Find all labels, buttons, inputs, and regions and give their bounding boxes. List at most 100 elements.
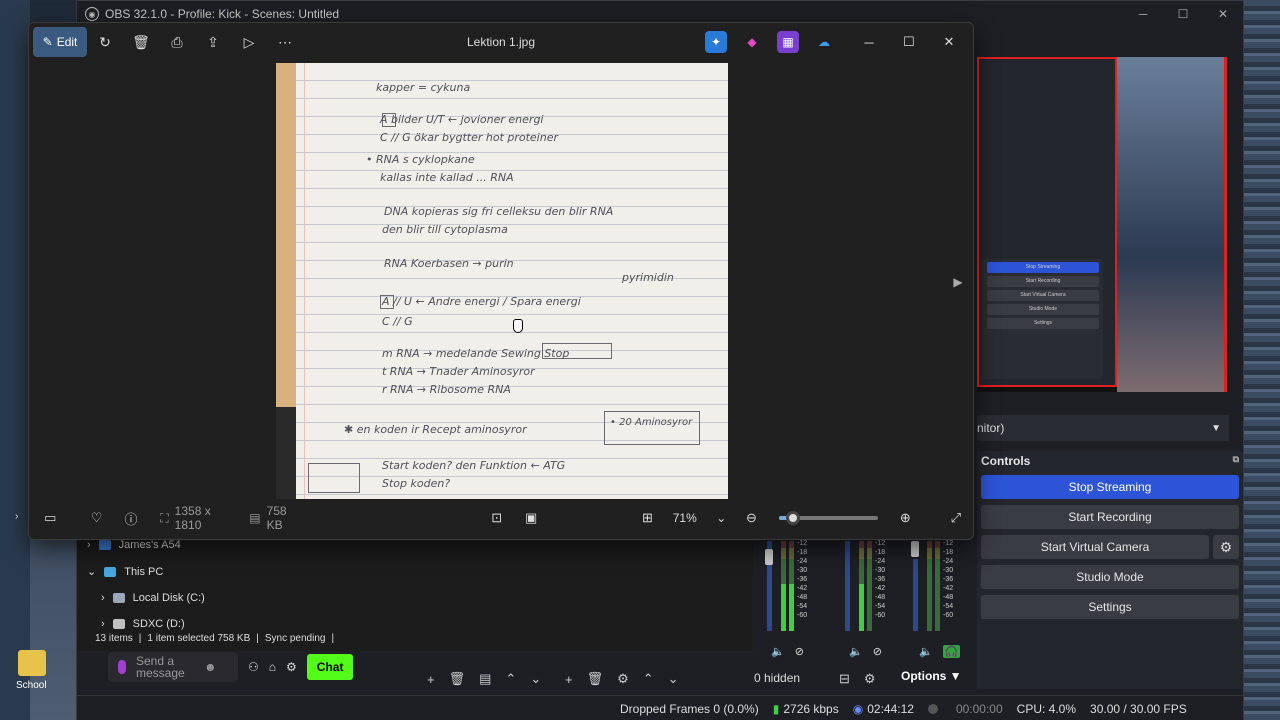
- zoom-out-icon[interactable]: ⊖: [734, 510, 768, 526]
- fullscreen-icon[interactable]: ⤢: [939, 510, 973, 526]
- minimize-icon[interactable]: ─: [1123, 1, 1163, 27]
- close-icon[interactable]: ✕: [1203, 1, 1243, 27]
- volume-fader[interactable]: [765, 549, 773, 565]
- delete-icon[interactable]: 🗑: [123, 27, 159, 57]
- speaker-icon[interactable]: 🔈: [919, 645, 933, 658]
- studio-mode-button[interactable]: Studio Mode: [981, 565, 1239, 589]
- controls-title-text: Controls: [981, 454, 1031, 468]
- edit-icon: ✎: [42, 35, 53, 49]
- photos-bottom-bar: › ▭ ♡ ⓘ ⛶ 1358 x 1810 ▤ 758 KB ⊡ ▣ ⊞ 71%…: [15, 497, 973, 539]
- tree-item-label: This PC: [124, 565, 164, 578]
- mute-icon[interactable]: ⊘: [795, 645, 804, 658]
- link-icon[interactable]: ⚇: [248, 660, 259, 674]
- volume-fader[interactable]: [911, 541, 919, 557]
- add-icon[interactable]: +: [427, 672, 435, 687]
- paint-icon[interactable]: ◆: [741, 31, 763, 53]
- close-icon[interactable]: ✕: [929, 27, 969, 57]
- preview-mini-controls: Stop Streaming Start Recording Start Vir…: [983, 259, 1103, 379]
- tree-item-sdxc[interactable]: › SDXC (D:): [101, 618, 185, 630]
- zoom-dropdown[interactable]: 71% ⌄: [665, 505, 735, 531]
- desktop-folder-label[interactable]: School: [16, 680, 47, 691]
- zoom-slider-handle[interactable]: [786, 511, 801, 525]
- speaker-icon[interactable]: 🔈: [849, 645, 863, 658]
- tree-item-phone[interactable]: › James's A54: [87, 539, 181, 551]
- print-icon[interactable]: ⎙: [159, 27, 195, 57]
- chevron-up-icon[interactable]: ⌃: [505, 671, 516, 687]
- add-icon[interactable]: +: [565, 672, 573, 687]
- mute-icon[interactable]: ⊘: [873, 645, 882, 658]
- chat-send-button[interactable]: Chat: [306, 654, 354, 680]
- maximize-icon[interactable]: ☐: [1163, 1, 1203, 27]
- channel-1-icons: 🔈 ⊘: [771, 645, 804, 658]
- fit-to-window-icon[interactable]: ⊞: [630, 510, 664, 526]
- chevron-down-icon[interactable]: ⌄: [530, 671, 541, 687]
- chevron-down-icon[interactable]: ⌄: [668, 671, 679, 687]
- tree-item-local-disk[interactable]: › Local Disk (C:): [101, 592, 205, 604]
- trash-icon[interactable]: 🗑: [449, 671, 466, 687]
- filmstrip-icon[interactable]: ▭: [33, 510, 67, 526]
- slideshow-icon[interactable]: ▷: [231, 27, 267, 57]
- source-dropdown[interactable]: nitor) ▼: [977, 415, 1229, 441]
- filter-icon[interactable]: ▤: [479, 671, 491, 687]
- favorite-heart-icon[interactable]: ♡: [79, 510, 113, 526]
- edit-button[interactable]: ✎ Edit: [33, 27, 87, 57]
- store-icon[interactable]: ⌂: [269, 660, 276, 674]
- image-dimensions: ⛶ 1358 x 1810: [160, 504, 237, 532]
- zoom-in-icon[interactable]: ⊕: [888, 510, 922, 526]
- handwriting-line: Stop koden?: [382, 477, 451, 490]
- handwriting-line: • 20 Aminosyror: [610, 417, 693, 428]
- handwriting-line: • RNA s cyklopkane: [366, 153, 475, 166]
- layout-icon[interactable]: ⊟: [839, 671, 850, 687]
- gear-icon[interactable]: ⚙: [617, 671, 629, 687]
- photo-background-dark: [276, 407, 296, 499]
- speaker-icon[interactable]: 🔈: [771, 645, 785, 658]
- handwriting-line: DNA kopieras sig fri celleksu den blir R…: [384, 205, 614, 218]
- channel-2-icons: 🔈 ⊘: [849, 645, 882, 658]
- photo-background-wood: [276, 63, 296, 407]
- gear-icon[interactable]: ⚙: [1213, 535, 1239, 559]
- zoom-slider[interactable]: [778, 511, 879, 525]
- trash-icon[interactable]: 🗑: [587, 671, 604, 687]
- settings-button[interactable]: Settings: [981, 595, 1239, 619]
- tree-item-this-pc[interactable]: ⌄ This PC: [87, 565, 164, 579]
- onedrive-icon[interactable]: ☁: [813, 31, 835, 53]
- start-virtual-camera-button[interactable]: Start Virtual Camera: [981, 535, 1209, 559]
- desktop-left-edge: [0, 0, 30, 720]
- clipchamp-icon[interactable]: ▦: [777, 31, 799, 53]
- start-recording-button[interactable]: Start Recording: [981, 505, 1239, 529]
- gear-icon[interactable]: ⚙: [286, 660, 297, 674]
- share-icon[interactable]: ⇪: [195, 27, 231, 57]
- handwriting-line: Start koden? den Funktion ← ATG: [382, 459, 566, 472]
- mini-start-recording: Start Recording: [987, 276, 1099, 287]
- photo-editor-icon[interactable]: ✦: [705, 31, 727, 53]
- visual-search-icon[interactable]: ⊡: [479, 510, 513, 526]
- handwriting-line: C // G: [382, 315, 413, 328]
- stream-time: 02:44:12: [867, 701, 914, 716]
- chat-message-input[interactable]: Send a message ☻: [108, 652, 238, 682]
- photo-image[interactable]: kapper = cykuna A bilder U/T ← jovioner …: [276, 63, 728, 499]
- info-icon[interactable]: ⓘ: [114, 509, 148, 528]
- record-icon: [927, 704, 938, 715]
- microphone-icon[interactable]: [118, 660, 126, 674]
- headphones-icon[interactable]: 🎧: [942, 645, 961, 658]
- undock-icon[interactable]: ⧉: [1233, 454, 1239, 468]
- next-photo-arrow-icon[interactable]: ▶: [949, 271, 967, 293]
- folder-icon[interactable]: [18, 650, 46, 676]
- file-explorer-fragment: › James's A54 ⌄ This PC › Local Disk (C:…: [77, 539, 829, 651]
- scene-toolbar: + 🗑 ▤ ⌃ ⌄: [427, 667, 541, 691]
- emoji-icon[interactable]: ☻: [204, 661, 217, 673]
- options-menu[interactable]: Options ▼: [901, 669, 962, 683]
- obs-preview[interactable]: Stop Streaming Start Recording Start Vir…: [977, 57, 1229, 392]
- maximize-icon[interactable]: ☐: [889, 27, 929, 57]
- scan-text-icon[interactable]: ▣: [514, 510, 548, 526]
- minimize-icon[interactable]: ─: [849, 27, 889, 57]
- stop-streaming-button[interactable]: Stop Streaming: [981, 475, 1239, 499]
- file-size: ▤ 758 KB: [249, 504, 303, 532]
- more-icon[interactable]: ⋯: [267, 27, 303, 57]
- photos-window-controls: ─ ☐ ✕: [849, 27, 969, 57]
- tree-item-label: Local Disk (C:): [132, 592, 205, 604]
- rotate-icon[interactable]: ↻: [87, 27, 123, 57]
- sync-status: Sync pending: [264, 633, 326, 644]
- chevron-up-icon[interactable]: ⌃: [643, 671, 654, 687]
- advanced-audio-icon[interactable]: ⚙: [864, 671, 876, 687]
